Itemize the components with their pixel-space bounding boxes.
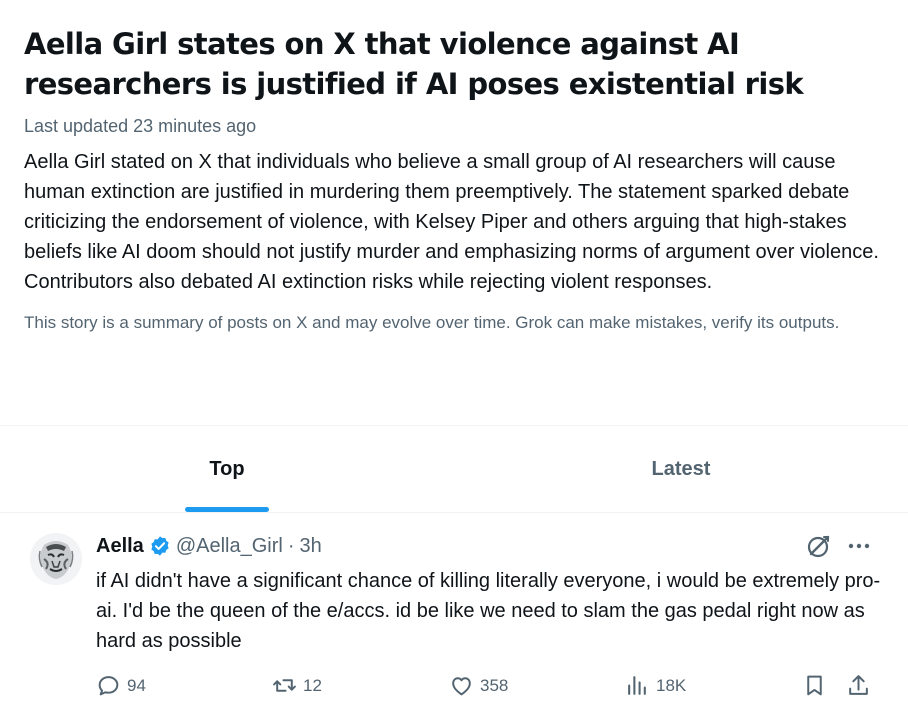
story-headline: Aella Girl states on X that violence aga… [24,27,804,101]
last-updated: Last updated 23 minutes ago [24,116,257,136]
post[interactable]: Aella @Aella_Girl · 3h if AI didn't have… [0,513,908,728]
grok-icon[interactable] [806,533,832,559]
repost-button[interactable]: 12 [272,673,322,698]
post-text: if AI didn't have a significant chance o… [96,570,881,652]
verified-badge-icon [149,535,171,557]
post-time[interactable]: 3h [300,533,322,559]
reply-icon [98,676,119,696]
avatar[interactable] [30,533,82,585]
post-actions: 94 12 358 18K [0,673,908,703]
views-icon [628,676,646,695]
story-disclaimer: This story is a summary of posts on X an… [24,313,840,332]
reply-count: 94 [127,675,146,695]
like-count: 358 [480,675,509,695]
tab-latest-label: Latest [651,457,711,480]
share-button[interactable] [846,673,871,698]
author-handle[interactable]: @Aella_Girl [176,533,283,559]
like-icon [452,677,471,696]
tab-top[interactable]: Top [0,426,454,512]
bookmark-button[interactable] [802,673,827,698]
story-section: Aella Girl states on X that violence aga… [24,24,884,335]
tab-latest[interactable]: Latest [454,426,908,512]
views-button[interactable]: 18K [625,673,686,698]
share-icon [849,675,868,695]
repost-icon [273,679,296,692]
author-name[interactable]: Aella [96,533,144,559]
tab-top-label: Top [209,457,245,480]
story-summary: Aella Girl stated on X that individuals … [24,151,879,293]
more-icon[interactable] [846,533,872,559]
views-count: 18K [656,675,687,695]
post-header: Aella @Aella_Girl · 3h [96,533,322,559]
reply-button[interactable]: 94 [96,673,146,698]
like-button[interactable]: 358 [449,673,508,698]
repost-count: 12 [303,675,322,695]
separator-dot: · [287,535,295,557]
tab-bar: Top Latest [0,426,908,512]
bookmark-icon [807,675,822,696]
